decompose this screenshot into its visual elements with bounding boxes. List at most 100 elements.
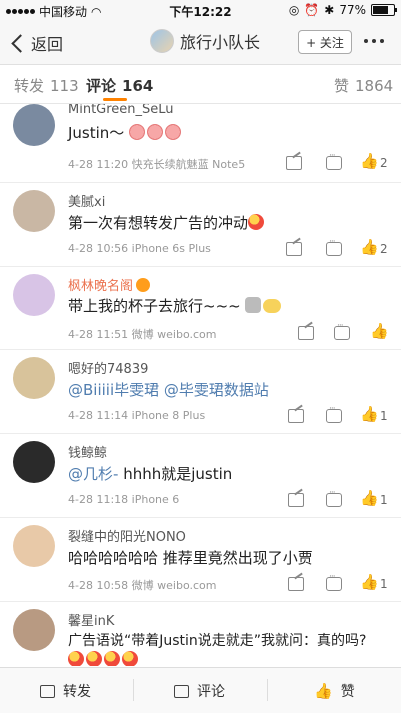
avatar[interactable]: [13, 609, 55, 651]
avatar[interactable]: [13, 104, 55, 146]
active-tab-indicator: [103, 98, 127, 101]
avatar[interactable]: [13, 190, 55, 232]
vip-badge-icon: [136, 278, 151, 292]
comment-author[interactable]: 枫林晚名阁: [68, 275, 151, 294]
reply-icon[interactable]: [326, 237, 342, 256]
status-bar: 中国移动 ◠ 下午12:22 ◎ ⏰ ✱ 77%: [0, 0, 401, 20]
like-count: 2: [380, 242, 388, 256]
like-icon[interactable]: 👍: [370, 324, 389, 339]
mention-link[interactable]: @Biiiii毕雯珺: [68, 381, 159, 399]
tab-like[interactable]: 赞 1864: [334, 75, 393, 96]
reply-icon[interactable]: [334, 321, 350, 340]
back-label: 返回: [31, 35, 64, 54]
comment-meta: 4-28 11:20 快充长续航魅蓝 Note5: [68, 158, 246, 171]
pig-emoji-icon: [129, 124, 146, 140]
page-title-text: 旅行小队长: [180, 33, 261, 52]
reply-icon[interactable]: [326, 151, 342, 170]
pig-emoji-icon: [147, 124, 164, 140]
share-icon[interactable]: [288, 409, 304, 423]
repost-button[interactable]: 转发: [40, 681, 91, 701]
comment-text-body: Justin～: [68, 124, 125, 142]
comment-author-name: 枫林晚名阁: [68, 279, 134, 294]
comment-text: Justin～: [68, 122, 183, 143]
tab-bar: 转发 113 评论 164 赞 1864: [0, 65, 401, 104]
like-icon[interactable]: 👍: [360, 240, 379, 255]
comment-meta: 4-28 11:14 iPhone 8 Plus: [68, 409, 206, 422]
laugh-emoji-icon: [68, 651, 84, 666]
laugh-emoji-icon: [86, 651, 102, 666]
comment-emoji-row: [68, 651, 140, 666]
like-icon[interactable]: 👍: [360, 154, 379, 169]
tab-label: 评论: [86, 77, 117, 95]
tab-comment[interactable]: 评论 164: [86, 75, 153, 96]
chevron-left-icon: [11, 33, 30, 53]
like-icon[interactable]: 👍: [360, 491, 379, 506]
like-label: 赞: [340, 684, 355, 700]
reply-icon[interactable]: [326, 572, 342, 591]
like-count: 1: [380, 493, 388, 507]
comment-text: 带上我的杯子去旅行~~~: [68, 295, 281, 316]
repost-icon: [40, 684, 55, 698]
comment-button[interactable]: 评论: [174, 681, 225, 701]
share-icon[interactable]: [288, 577, 304, 591]
comment-text-body: 带上我的杯子去旅行~~~: [68, 297, 241, 315]
battery-fill: [373, 6, 388, 14]
like-count: 1: [380, 409, 388, 423]
share-icon[interactable]: [286, 156, 302, 170]
list-item: 裂缝中的阳光NONO 哈哈哈哈哈哈 推荐里竟然出现了小贾 4-28 10:58 …: [0, 518, 401, 602]
list-item: 枫林晚名阁 带上我的杯子去旅行~~~ 4-28 11:51 微博 weibo.c…: [0, 267, 401, 350]
back-button[interactable]: 返回: [8, 31, 63, 55]
divider: [133, 679, 134, 701]
laugh-emoji-icon: [122, 651, 138, 666]
comment-meta: 4-28 10:56 iPhone 6s Plus: [68, 242, 211, 255]
comment-label: 评论: [197, 684, 225, 700]
tab-count: 164: [122, 77, 154, 95]
list-item: 美腻xi 第一次有想转发广告的冲动 4-28 10:56 iPhone 6s P…: [0, 183, 401, 267]
like-icon[interactable]: 👍: [360, 407, 379, 422]
comment-text: 第一次有想转发广告的冲动: [68, 212, 266, 233]
like-icon[interactable]: 👍: [360, 575, 379, 590]
tab-repost[interactable]: 转发 113: [14, 75, 79, 96]
bluetooth-icon: ✱: [324, 3, 335, 17]
tab-label: 赞: [334, 77, 350, 95]
like-button[interactable]: 👍 赞: [314, 681, 355, 701]
mention-link[interactable]: @毕雯珺数据站: [164, 381, 269, 399]
like-count: 1: [380, 577, 388, 591]
repost-label: 转发: [63, 684, 91, 700]
avatar: [150, 29, 174, 53]
tab-count: 1864: [355, 77, 394, 95]
comment-meta: 4-28 10:58 微博 weibo.com: [68, 579, 217, 592]
pig-emoji-icon: [165, 124, 182, 140]
bottom-action-bar: 转发 评论 👍 赞: [0, 667, 401, 713]
alarm-icon: ⏰: [304, 3, 320, 17]
avatar[interactable]: [13, 525, 55, 567]
avatar[interactable]: [13, 357, 55, 399]
glasses-emoji-icon: [262, 299, 281, 313]
share-icon[interactable]: [286, 242, 302, 256]
comment-author[interactable]: 裂缝中的阳光NONO: [68, 526, 186, 545]
comment-author[interactable]: MintGreen_SeLu: [68, 104, 174, 117]
robot-emoji-icon: [244, 297, 261, 313]
comment-author[interactable]: 馨星inK: [68, 610, 114, 629]
page-title[interactable]: 旅行小队长: [150, 29, 260, 53]
share-icon[interactable]: [298, 326, 314, 340]
comment-text: 哈哈哈哈哈哈 推荐里竟然出现了小贾: [68, 549, 313, 567]
comment-list: MintGreen_SeLu Justin～ 4-28 11:20 快充长续航魅…: [0, 104, 401, 666]
comment-text: 广告语说“带着Justin说走就走”我就问：真的吗?: [68, 633, 367, 649]
list-item: 嗯好的74839 @Biiiii毕雯珺 @毕雯珺数据站 4-28 11:14 i…: [0, 350, 401, 434]
divider: [267, 679, 268, 701]
comment-author[interactable]: 钱鲸鲸: [68, 442, 107, 461]
mention-link[interactable]: @几杉-: [68, 465, 118, 483]
lock-rotation-icon: ◎: [288, 3, 300, 17]
share-icon[interactable]: [288, 493, 304, 507]
comment-author[interactable]: 嗯好的74839: [68, 358, 148, 377]
more-icon[interactable]: [364, 39, 384, 43]
comment-author[interactable]: 美腻xi: [68, 191, 105, 210]
reply-icon[interactable]: [326, 404, 342, 423]
avatar[interactable]: [13, 274, 55, 316]
list-item: 馨星inK 广告语说“带着Justin说走就走”我就问：真的吗?: [0, 602, 401, 666]
follow-button[interactable]: + 关注: [298, 30, 352, 54]
avatar[interactable]: [13, 441, 55, 483]
comment-text-body: hhhh就是justin: [118, 465, 233, 483]
reply-icon[interactable]: [326, 488, 342, 507]
